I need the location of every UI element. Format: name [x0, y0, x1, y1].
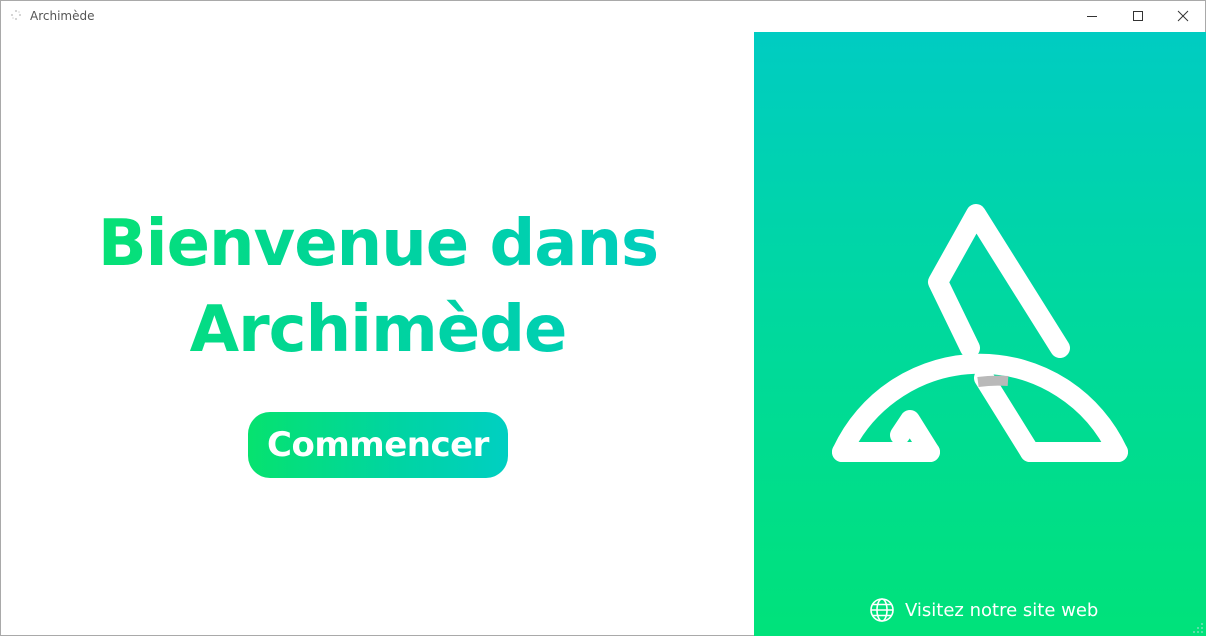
welcome-heading-line-1: Bienvenue dans [97, 207, 659, 281]
app-window: Archimède Bienvenue dans Archimède Comme… [0, 0, 1206, 636]
maximize-button[interactable] [1115, 1, 1161, 31]
website-link[interactable]: Visitez notre site web [869, 597, 1098, 623]
welcome-heading: Bienvenue dans Archimède [41, 201, 715, 373]
start-button[interactable]: Commencer [248, 412, 508, 478]
globe-icon [870, 598, 894, 622]
app-icon [11, 10, 21, 20]
minimize-button[interactable] [1069, 1, 1115, 31]
close-button[interactable] [1160, 1, 1206, 31]
title-bar[interactable]: Archimède [1, 1, 1205, 31]
close-icon [1177, 10, 1189, 22]
website-link-label: Visitez notre site web [905, 599, 1099, 621]
archimede-logo-icon [832, 204, 1128, 462]
window-title: Archimède [30, 9, 95, 23]
minimize-icon [1087, 16, 1097, 17]
resize-grip-icon[interactable] [1192, 622, 1204, 634]
maximize-icon [1133, 11, 1143, 21]
side-panel: Visitez notre site web [754, 32, 1206, 636]
welcome-heading-line-2: Archimède [189, 293, 567, 367]
